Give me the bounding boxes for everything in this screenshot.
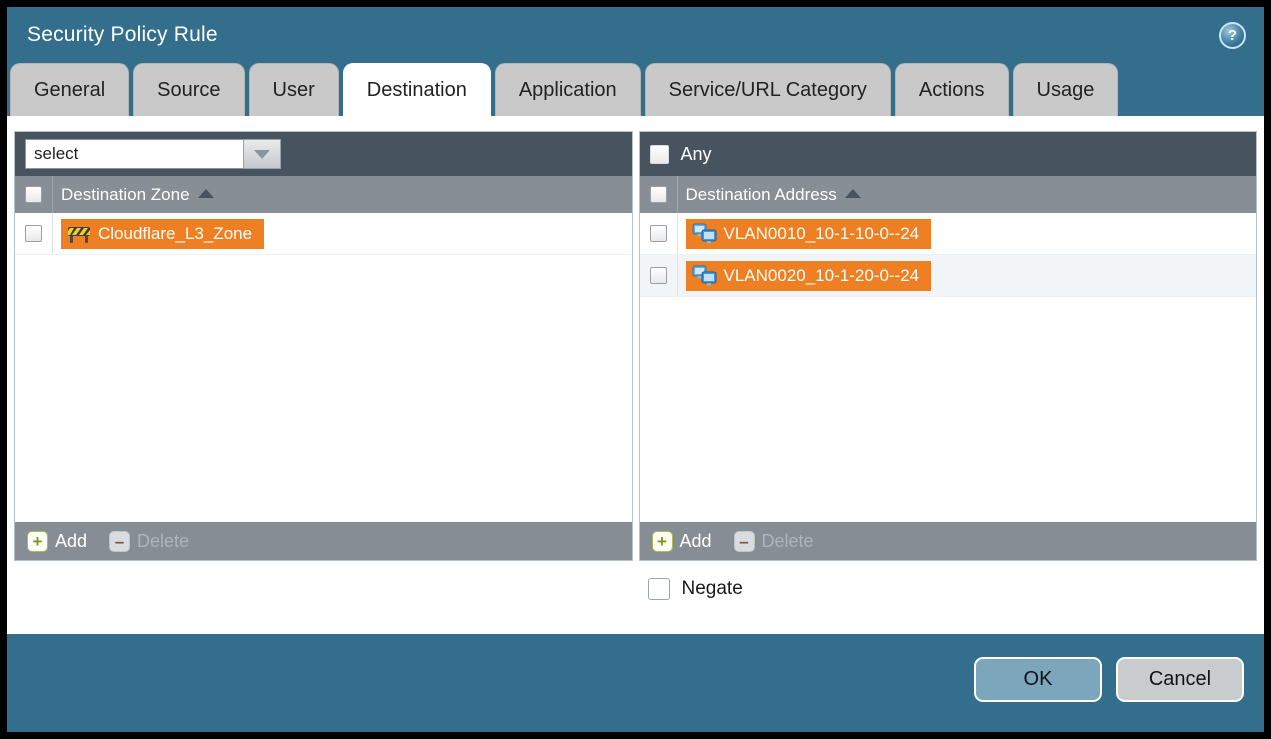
- address-list: VLAN0010_10-1-10-0--24: [640, 213, 1257, 522]
- address-row-checkbox[interactable]: [650, 225, 667, 242]
- address-entry[interactable]: VLAN0010_10-1-10-0--24: [686, 219, 932, 249]
- address-entry-label: VLAN0020_10-1-20-0--24: [724, 266, 920, 286]
- ok-button[interactable]: OK: [974, 657, 1102, 702]
- destination-zone-panel: select Destination Zone: [14, 131, 633, 561]
- address-panel-toolbar: Any: [640, 132, 1257, 176]
- table-row[interactable]: VLAN0020_10-1-20-0--24: [640, 255, 1257, 297]
- help-icon[interactable]: ?: [1219, 22, 1246, 49]
- zone-add-label: Add: [55, 531, 87, 552]
- zone-select-all-checkbox[interactable]: [25, 186, 42, 203]
- security-policy-rule-dialog: Security Policy Rule ? General Source Us…: [7, 7, 1264, 732]
- tab-bar: General Source User Destination Applicat…: [7, 63, 1264, 116]
- address-add-button[interactable]: + Add: [652, 531, 712, 552]
- tab-destination[interactable]: Destination: [343, 63, 491, 116]
- tab-content-destination: select Destination Zone: [7, 116, 1264, 634]
- network-address-icon: [692, 223, 717, 244]
- table-row[interactable]: VLAN0010_10-1-10-0--24: [640, 213, 1257, 255]
- zone-panel-footer: + Add – Delete: [15, 522, 632, 560]
- tab-application[interactable]: Application: [495, 63, 641, 116]
- dialog-title: Security Policy Rule: [27, 23, 1219, 47]
- dialog-buttonbar: OK Cancel: [7, 634, 1264, 732]
- zone-row-checkbox[interactable]: [25, 225, 42, 242]
- negate-field: Negate: [639, 578, 1258, 600]
- table-row[interactable]: Cloudflare_L3_Zone: [15, 213, 632, 255]
- address-entry[interactable]: VLAN0020_10-1-20-0--24: [686, 261, 932, 291]
- address-column-header: Destination Address: [640, 176, 1257, 213]
- tab-service-url-category[interactable]: Service/URL Category: [645, 63, 891, 116]
- destination-address-panel: Any Destination Address: [639, 131, 1258, 561]
- negate-label: Negate: [682, 578, 743, 600]
- address-panel-footer: + Add – Delete: [640, 522, 1257, 560]
- negate-checkbox[interactable]: [648, 578, 670, 600]
- address-delete-label: Delete: [762, 531, 814, 552]
- sort-ascending-icon: [845, 189, 861, 198]
- zone-panel-toolbar: select: [15, 132, 632, 176]
- tab-actions[interactable]: Actions: [895, 63, 1009, 116]
- tab-source[interactable]: Source: [133, 63, 244, 116]
- zone-column-header: Destination Zone: [15, 176, 632, 213]
- delete-minus-icon: –: [734, 531, 755, 552]
- address-row-checkbox[interactable]: [650, 267, 667, 284]
- sort-ascending-icon: [198, 189, 214, 198]
- zone-select-dropdown-button[interactable]: [243, 139, 281, 169]
- zone-list: Cloudflare_L3_Zone: [15, 213, 632, 522]
- tab-user[interactable]: User: [249, 63, 339, 116]
- negate-spacer: [14, 578, 633, 600]
- chevron-down-icon: [254, 150, 270, 159]
- address-add-label: Add: [680, 531, 712, 552]
- cancel-button[interactable]: Cancel: [1116, 657, 1244, 702]
- dialog-titlebar: Security Policy Rule ?: [7, 7, 1264, 63]
- address-select-all-checkbox[interactable]: [650, 186, 667, 203]
- delete-minus-icon: –: [109, 531, 130, 552]
- zone-select-input[interactable]: select: [25, 139, 243, 169]
- zone-select-combo: select: [25, 139, 281, 169]
- add-plus-icon: +: [27, 531, 48, 552]
- zone-add-button[interactable]: + Add: [27, 531, 87, 552]
- zone-delete-label: Delete: [137, 531, 189, 552]
- zone-entry[interactable]: Cloudflare_L3_Zone: [61, 219, 264, 249]
- window-frame: Security Policy Rule ? General Source Us…: [0, 0, 1271, 739]
- zone-delete-button[interactable]: – Delete: [109, 531, 189, 552]
- zone-barrier-icon: [67, 224, 91, 243]
- network-address-icon: [692, 265, 717, 286]
- tab-usage[interactable]: Usage: [1013, 63, 1119, 116]
- any-checkbox[interactable]: [650, 145, 669, 164]
- address-entry-label: VLAN0010_10-1-10-0--24: [724, 224, 920, 244]
- address-column-title[interactable]: Destination Address: [686, 185, 837, 205]
- add-plus-icon: +: [652, 531, 673, 552]
- zone-entry-label: Cloudflare_L3_Zone: [98, 224, 252, 244]
- address-delete-button[interactable]: – Delete: [734, 531, 814, 552]
- tab-general[interactable]: General: [10, 63, 129, 116]
- zone-column-title[interactable]: Destination Zone: [61, 185, 190, 205]
- any-label: Any: [681, 144, 712, 165]
